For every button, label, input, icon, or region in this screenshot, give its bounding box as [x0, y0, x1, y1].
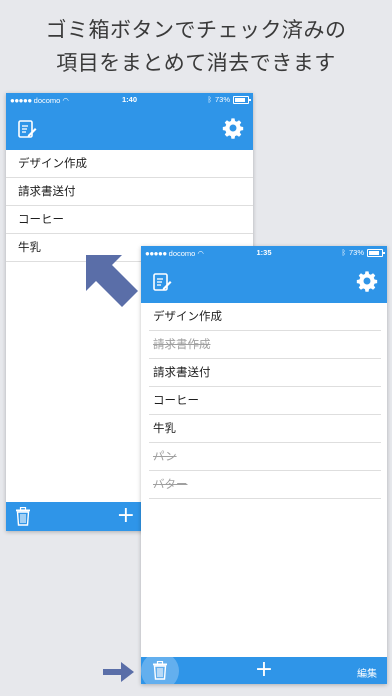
edit-button[interactable]: 編集 [357, 665, 377, 680]
notepad-edit-icon[interactable] [152, 272, 172, 292]
add-button[interactable]: + [117, 504, 135, 526]
battery-icon [367, 248, 385, 257]
status-bar: ●●●●● docomo ◠ 1:35 ᛒ 73% [141, 246, 387, 261]
item-label: デザイン作成 [153, 309, 222, 323]
list-item-checked[interactable]: パン [149, 443, 381, 471]
headline-line-2: 項目をまとめて消去できます [56, 51, 336, 75]
bluetooth-icon: ᛒ [207, 95, 212, 104]
trash-icon[interactable] [15, 507, 31, 526]
headline-line-1: ゴミ箱ボタンでチェック済みの [45, 18, 347, 42]
item-label: パン [153, 449, 177, 463]
item-label: 牛乳 [18, 240, 41, 254]
item-label: コーヒー [18, 212, 64, 226]
gear-icon[interactable] [356, 270, 378, 292]
nav-bar [141, 261, 387, 303]
list-item-checked[interactable]: バター [149, 471, 381, 499]
list-item[interactable]: コーヒー [6, 206, 253, 234]
list-item[interactable]: デザイン作成 [6, 150, 253, 178]
arrow-right-icon [103, 662, 134, 682]
nav-bar [6, 108, 253, 150]
item-label: 請求書送付 [153, 365, 211, 379]
todo-list: デザイン作成 請求書作成 請求書送付 コーヒー 牛乳 パン バター [141, 303, 387, 499]
arrow-up-left-icon [86, 255, 138, 307]
phone-screen-front: ●●●●● docomo ◠ 1:35 ᛒ 73% デザイン作成 請求書作成 請… [141, 246, 387, 684]
list-item[interactable]: 請求書送付 [149, 359, 381, 387]
item-label: 牛乳 [153, 421, 176, 435]
add-button[interactable]: + [255, 658, 273, 680]
list-item-checked[interactable]: 請求書作成 [149, 331, 381, 359]
battery-icon [233, 95, 251, 104]
item-label: デザイン作成 [18, 156, 87, 170]
item-label: 請求書送付 [18, 184, 76, 198]
item-label: コーヒー [153, 393, 199, 407]
list-item[interactable]: コーヒー [149, 387, 381, 415]
list-item[interactable]: 牛乳 [149, 415, 381, 443]
list-item[interactable]: 請求書送付 [6, 178, 253, 206]
headline: ゴミ箱ボタンでチェック済みの 項目をまとめて消去できます [0, 14, 392, 80]
item-label: バター [153, 477, 188, 491]
trash-icon[interactable] [152, 661, 168, 680]
list-item[interactable]: デザイン作成 [149, 303, 381, 331]
item-label: 請求書作成 [153, 337, 211, 351]
battery-percent: 73% [214, 95, 230, 104]
notepad-edit-icon[interactable] [17, 119, 37, 139]
bluetooth-icon: ᛒ [341, 248, 346, 257]
gear-icon[interactable] [222, 117, 244, 139]
battery-percent: 73% [348, 248, 364, 257]
bottom-toolbar: + 編集 [141, 652, 387, 684]
status-bar: ●●●●● docomo ◠ 1:40 ᛒ 73% [6, 93, 253, 108]
